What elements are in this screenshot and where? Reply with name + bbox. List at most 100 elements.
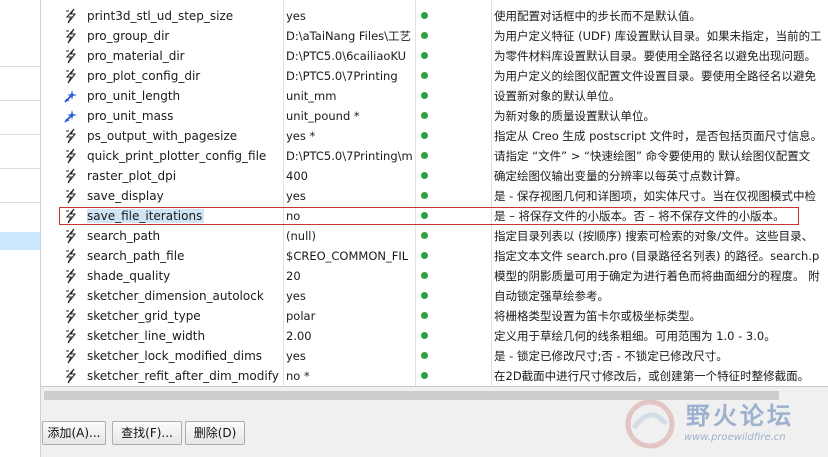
option-description: 为零件材料库设置默认目录。要使用全路径名以避免出现问题。 [494, 49, 816, 63]
option-value[interactable]: D:\PTC5.0\7Printing [286, 66, 414, 86]
status-dot [421, 192, 428, 199]
table-row[interactable]: sketcher_lock_modified_dims yes 是 - 锁定已修改尺… [41, 346, 828, 366]
option-value[interactable]: 20 [286, 266, 414, 286]
table-row[interactable]: shade_quality 20 模型的阴影质量可用于确定为进行着色而将曲面细分的程… [41, 266, 828, 286]
status-dot [421, 252, 428, 259]
option-value[interactable]: D:\aTaiNang Files\工艺 [286, 26, 414, 46]
option-name-text: pro_material_dir [87, 49, 185, 63]
left-panel [0, 0, 41, 457]
option-value[interactable]: yes * [286, 126, 414, 146]
option-value[interactable]: yes [286, 186, 414, 206]
table-row[interactable]: pro_unit_mass unit_pound * 为新对象的质量设置默认单位。 [41, 106, 828, 126]
table-row[interactable]: sketcher_dimension_autolock yes 自动锁定强草绘参考。 [41, 286, 828, 306]
status-dot [421, 292, 428, 299]
option-value[interactable]: D:\PTC5.0\6cailiaoKU [286, 46, 414, 66]
option-name[interactable]: shade_quality [87, 266, 283, 286]
option-name[interactable]: pro_group_dir [87, 26, 283, 46]
option-name-text: sketcher_refit_after_dim_modify [87, 369, 279, 383]
delete-button[interactable]: 删除(D) [185, 421, 245, 445]
status-dot-icon [419, 26, 433, 46]
table-row[interactable]: pro_unit_length unit_mm 设置新对象的默认单位。 [41, 86, 828, 106]
option-description: 定义用于草绘几何的线条粗细。可用范围为 1.0 - 3.0。 [494, 329, 776, 343]
option-name[interactable]: sketcher_grid_type [87, 306, 283, 326]
option-value[interactable]: no * [286, 366, 414, 386]
table-row[interactable]: sketcher_grid_type polar 将栅格类型设置为笛卡尔或极坐标类型… [41, 306, 828, 326]
table-row[interactable]: save_file_iterations no 是 – 将保存文件的小版本。否 – … [41, 206, 828, 226]
option-name[interactable]: quick_print_plotter_config_file [87, 146, 283, 166]
option-value[interactable]: 400 [286, 166, 414, 186]
option-name[interactable]: search_path_file [87, 246, 283, 266]
left-selected-item[interactable] [0, 232, 40, 250]
option-name[interactable]: raster_plot_dpi [87, 166, 283, 186]
option-value[interactable]: no [286, 206, 414, 226]
table-row[interactable]: quick_print_plotter_config_file D:\PTC5.0… [41, 146, 828, 166]
option-name[interactable]: pro_unit_length [87, 86, 283, 106]
option-name-text: save_file_iterations [87, 209, 205, 223]
option-value[interactable]: $CREO_COMMON_FIL [286, 246, 414, 266]
option-name-text: sketcher_line_width [87, 329, 206, 343]
option-name-text: pro_group_dir [87, 29, 170, 43]
table-row[interactable]: ps_output_with_pagesize yes * 指定从 Creo 生成 … [41, 126, 828, 146]
option-description: 指定目录列表以 (按顺序) 搜索可检索的对象/文件。这些目录、 [494, 229, 814, 243]
table-row[interactable]: sketcher_line_width 2.00 定义用于草绘几何的线条粗细。可用范… [41, 326, 828, 346]
lightning-icon [61, 266, 81, 286]
table-row[interactable]: save_display yes 是 - 保存视图几何和详图项，如实体尺寸。当在仅视… [41, 186, 828, 206]
table-row[interactable]: print3d_stl_ud_step_size yes 使用配置对话框中的步长而不… [41, 6, 828, 26]
option-description: 模型的阴影质量可用于确定为进行着色而将曲面细分的程度。 附 [494, 269, 820, 283]
option-description: 指定从 Creo 生成 postscript 文件时，是否包括页面尺寸信息。 [494, 129, 823, 143]
table-row[interactable]: search_path_file $CREO_COMMON_FIL 指定文本文件 s… [41, 246, 828, 266]
table-row[interactable]: search_path (null) 指定目录列表以 (按顺序) 搜索可检索的对象/… [41, 226, 828, 246]
status-dot-icon [419, 246, 433, 266]
left-divider [0, 66, 40, 67]
option-name[interactable]: print3d_stl_ud_step_size [87, 6, 283, 26]
config-options-table[interactable]: print3d_stl_ud_step_size yes 使用配置对话框中的步长而不… [41, 0, 828, 387]
lightning-icon [61, 66, 81, 86]
option-value[interactable]: 2.00 [286, 326, 414, 346]
status-dot-icon [419, 6, 433, 26]
option-value[interactable]: yes [286, 346, 414, 366]
status-dot [421, 132, 428, 139]
option-name[interactable]: pro_material_dir [87, 46, 283, 66]
option-value[interactable]: (null) [286, 226, 414, 246]
option-name[interactable]: save_display [87, 186, 283, 206]
option-name[interactable]: search_path [87, 226, 283, 246]
option-name[interactable]: sketcher_refit_after_dim_modify [87, 366, 283, 386]
option-description: 自动锁定强草绘参考。 [494, 289, 609, 303]
table-row[interactable]: pro_plot_config_dir D:\PTC5.0\7Printing 为用… [41, 66, 828, 86]
option-value[interactable]: unit_pound * [286, 106, 414, 126]
status-dot-icon [419, 186, 433, 206]
option-name[interactable]: pro_unit_mass [87, 106, 283, 126]
star-icon [61, 86, 81, 106]
status-dot-icon [419, 306, 433, 326]
option-value[interactable]: polar [286, 306, 414, 326]
option-value[interactable]: unit_mm [286, 86, 414, 106]
status-dot-icon [419, 346, 433, 366]
option-name[interactable]: save_file_iterations [87, 206, 283, 226]
option-description: 设置新对象的默认单位。 [494, 89, 621, 103]
lightning-icon [61, 26, 81, 46]
add-button[interactable]: 添加(A)... [42, 421, 106, 445]
left-divider [0, 202, 40, 203]
option-value[interactable]: yes [286, 286, 414, 306]
find-button[interactable]: 查找(F)... [112, 421, 182, 445]
option-name[interactable]: pro_plot_config_dir [87, 66, 283, 86]
option-name[interactable]: ps_output_with_pagesize [87, 126, 283, 146]
table-row[interactable]: pro_material_dir D:\PTC5.0\6cailiaoKU 为零件材… [41, 46, 828, 66]
option-name[interactable]: sketcher_line_width [87, 326, 283, 346]
left-divider [0, 134, 40, 135]
option-value[interactable]: D:\PTC5.0\7Printing\m [286, 146, 414, 166]
option-name-text: pro_plot_config_dir [87, 69, 201, 83]
option-name[interactable]: sketcher_dimension_autolock [87, 286, 283, 306]
status-dot-icon [419, 266, 433, 286]
table-row[interactable]: raster_plot_dpi 400 确定绘图仪输出变量的分辨率以每英寸点数计算。 [41, 166, 828, 186]
table-row[interactable]: pro_group_dir D:\aTaiNang Files\工艺 为用户定义特征… [41, 26, 828, 46]
option-name-text: quick_print_plotter_config_file [87, 149, 267, 163]
option-value[interactable]: yes [286, 6, 414, 26]
option-name-text: raster_plot_dpi [87, 169, 177, 183]
status-dot [421, 352, 428, 359]
status-dot [421, 212, 428, 219]
table-row[interactable]: sketcher_refit_after_dim_modify no * 在2D截面… [41, 366, 828, 386]
option-name[interactable]: sketcher_lock_modified_dims [87, 346, 283, 366]
lightning-icon [61, 146, 81, 166]
option-description: 为用户定义特征 (UDF) 库设置默认目录。如果未指定，当前的工 [494, 29, 822, 43]
